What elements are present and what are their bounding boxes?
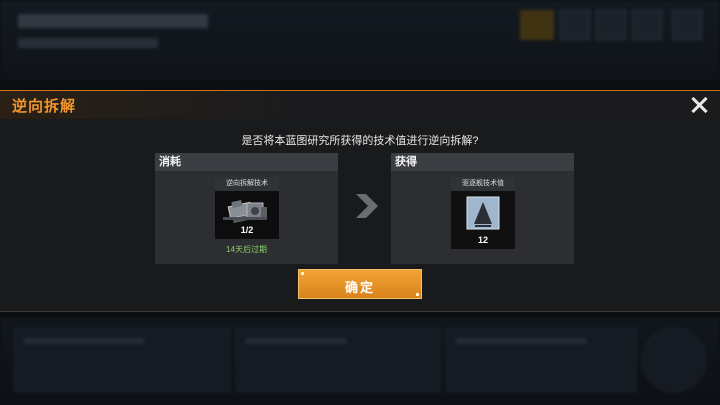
consume-item-count: 1/2 [240, 225, 254, 235]
gain-item-name: 驱逐舰技术值 [451, 177, 515, 191]
gain-item-card[interactable]: 驱逐舰技术值 12 [451, 177, 515, 249]
background-panel [642, 328, 706, 392]
background-icon-box [560, 10, 590, 40]
background-icon-box [632, 10, 662, 40]
consume-panel: 消耗 逆向拆解技术 1/2 14天后过期 [155, 153, 338, 264]
background-text-line [24, 338, 144, 344]
background-icon-box [672, 10, 702, 40]
close-icon[interactable] [688, 94, 710, 116]
reverse-dismantle-dialog: 逆向拆解 是否将本蓝图研究所获得的技术值进行逆向拆解? 消耗 逆向拆解技术 1/… [0, 90, 720, 312]
consume-item-name: 逆向拆解技术 [215, 177, 279, 191]
background-text-line [456, 338, 586, 344]
dialog-title: 逆向拆解 [12, 98, 77, 115]
background-accent-tab [520, 10, 554, 40]
confirm-question: 是否将本蓝图研究所获得的技术值进行逆向拆解? [241, 135, 479, 147]
arrow-right-icon [356, 194, 378, 218]
expire-text: 14天后过期 [226, 245, 267, 254]
background-icon-box [596, 10, 626, 40]
confirm-button[interactable]: 确定 [298, 269, 422, 299]
background-subtitle [18, 38, 158, 48]
background-text-line [246, 338, 346, 344]
gain-panel: 获得 驱逐舰技术值 12 [391, 153, 574, 264]
destroyer-tech-icon: 12 [451, 191, 515, 249]
gain-header: 获得 [391, 153, 574, 171]
consume-item-card[interactable]: 逆向拆解技术 1/2 [215, 177, 279, 239]
confirm-button-label: 确定 [344, 280, 375, 295]
machinery-icon: 1/2 [215, 191, 279, 239]
consume-header: 消耗 [155, 153, 338, 171]
gain-item-count: 12 [477, 235, 488, 245]
background-title [18, 14, 208, 28]
dialog-header: 逆向拆解 [0, 91, 720, 119]
button-corner-decoration [301, 272, 304, 275]
